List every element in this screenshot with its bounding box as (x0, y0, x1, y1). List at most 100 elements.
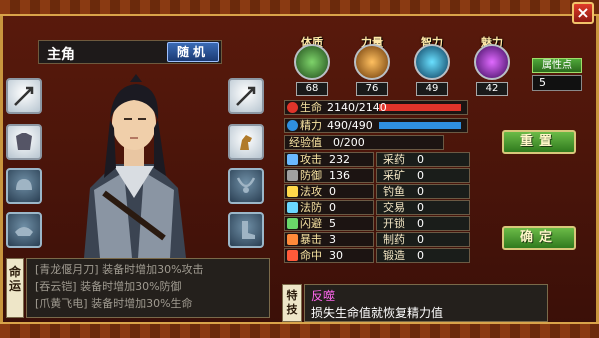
special-skill-name: 反噬 (311, 289, 336, 303)
mp-bar: 精力 490/490 (284, 118, 468, 133)
attribute-value: 68 (296, 82, 328, 96)
attribute-points: 属性点 5 (532, 58, 582, 92)
combat-stat-row: 法防 0 (284, 200, 374, 215)
fate-panel: [青龙偃月刀] 装备时增加30%攻击 [吞云铠] 装备时增加30%防御 [爪黄飞… (26, 258, 270, 318)
energy-icon (287, 120, 298, 131)
heart-icon (287, 102, 298, 113)
mp-label: 精力 (300, 119, 322, 132)
attribute-intelligence: 智力 49 (408, 34, 456, 96)
combat-stat-row: 暴击 3 (284, 232, 374, 247)
stat-value: 30 (329, 249, 343, 262)
character-name: 主角 (47, 47, 75, 63)
skill-label: 锻造 (383, 249, 405, 262)
equip-slot-necklace[interactable] (228, 168, 264, 204)
attribute-value: 49 (416, 82, 448, 96)
mp-fill (379, 122, 461, 129)
character-portrait (44, 68, 224, 258)
boots-icon (242, 221, 255, 239)
attribute-constitution: 体质 68 (288, 34, 336, 96)
stat-label: 法防 (300, 201, 322, 214)
life-skill-row: 钓鱼 0 (376, 184, 470, 199)
charm-icon (474, 44, 510, 80)
exp-value: 0/200 (333, 136, 365, 149)
skill-value: 0 (417, 249, 424, 262)
hp-fill (379, 104, 461, 111)
life-skill-row: 采药 0 (376, 152, 470, 167)
equip-slot-mount[interactable] (6, 212, 42, 248)
skill-value: 0 (417, 201, 424, 214)
stat-icon (287, 154, 298, 165)
skill-value: 0 (417, 169, 424, 182)
stat-label: 法攻 (300, 185, 322, 198)
confirm-button[interactable]: 确定 (502, 226, 576, 250)
stat-value: 232 (329, 153, 350, 166)
hp-bar: 生命 2140/2140 (284, 100, 468, 115)
equip-slot-helmet[interactable] (6, 168, 42, 204)
attribute-value: 42 (476, 82, 508, 96)
skill-label: 采矿 (383, 169, 405, 182)
equip-slot-horse[interactable] (228, 124, 264, 160)
attribute-strength: 力量 76 (348, 34, 396, 96)
attribute-points-label: 属性点 (532, 58, 582, 73)
special-panel: 反噬 损失生命值就恢复精力值 (304, 284, 548, 322)
spear-icon (14, 86, 34, 106)
equip-slot-boots[interactable] (228, 212, 264, 248)
stat-value: 5 (329, 217, 336, 230)
stat-value: 3 (329, 233, 336, 246)
skill-value: 0 (417, 153, 424, 166)
exp-bar: 经验值 0/200 (284, 135, 444, 150)
stat-icon (287, 250, 298, 261)
constitution-icon (294, 44, 330, 80)
reset-button[interactable]: 重置 (502, 130, 576, 154)
name-bar: 主角 随机 (38, 40, 222, 64)
life-skill-row: 采矿 0 (376, 168, 470, 183)
combat-stat-row: 攻击 232 (284, 152, 374, 167)
life-skill-row: 锻造 0 (376, 248, 470, 263)
skill-label: 钓鱼 (383, 185, 405, 198)
armor-icon (16, 133, 32, 150)
attribute-value: 76 (356, 82, 388, 96)
equip-slot-armor[interactable] (6, 124, 42, 160)
spear-icon (236, 86, 256, 106)
special-skill-desc: 损失生命值就恢复精力值 (311, 306, 444, 320)
stat-icon (287, 218, 298, 229)
skill-label: 开锁 (383, 217, 405, 230)
skill-value: 0 (417, 233, 424, 246)
hp-track (379, 104, 461, 111)
skill-label: 采药 (383, 153, 405, 166)
hp-label: 生命 (300, 101, 322, 114)
combat-stat-row: 法攻 0 (284, 184, 374, 199)
fate-line: [爪黄飞电] 装备时增加30%生命 (35, 297, 193, 310)
life-skill-row: 制药 0 (376, 232, 470, 247)
skill-value: 0 (417, 217, 424, 230)
special-tag: 特技 (282, 284, 302, 322)
attribute-charm: 魅力 42 (468, 34, 516, 96)
life-skill-row: 交易 0 (376, 200, 470, 215)
stat-label: 暴击 (300, 233, 322, 246)
life-skill-row: 开锁 0 (376, 216, 470, 231)
random-button[interactable]: 随机 (167, 42, 219, 62)
saddle-icon (15, 227, 33, 236)
stat-icon (287, 186, 298, 197)
stat-label: 闪避 (300, 217, 322, 230)
helmet-icon (16, 179, 32, 190)
equip-slot-weapon[interactable] (6, 78, 42, 114)
strength-icon (354, 44, 390, 80)
horse-icon (240, 135, 252, 150)
mp-track (379, 122, 461, 129)
exp-label: 经验值 (289, 136, 322, 149)
fate-line: [吞云铠] 装备时增加30%防御 (35, 280, 182, 293)
equip-slot-weapon-2[interactable] (228, 78, 264, 114)
attribute-points-value: 5 (532, 75, 582, 91)
skill-label: 交易 (383, 201, 405, 214)
mp-value: 490/490 (327, 119, 373, 132)
stat-value: 0 (329, 201, 336, 214)
stat-value: 136 (329, 169, 350, 182)
stat-icon (287, 234, 298, 245)
stat-icon (287, 170, 298, 181)
close-button[interactable]: × (572, 2, 594, 24)
necklace-icon (236, 177, 256, 193)
stat-icon (287, 202, 298, 213)
stat-label: 攻击 (300, 153, 322, 166)
fate-tag: 命运 (6, 258, 24, 318)
